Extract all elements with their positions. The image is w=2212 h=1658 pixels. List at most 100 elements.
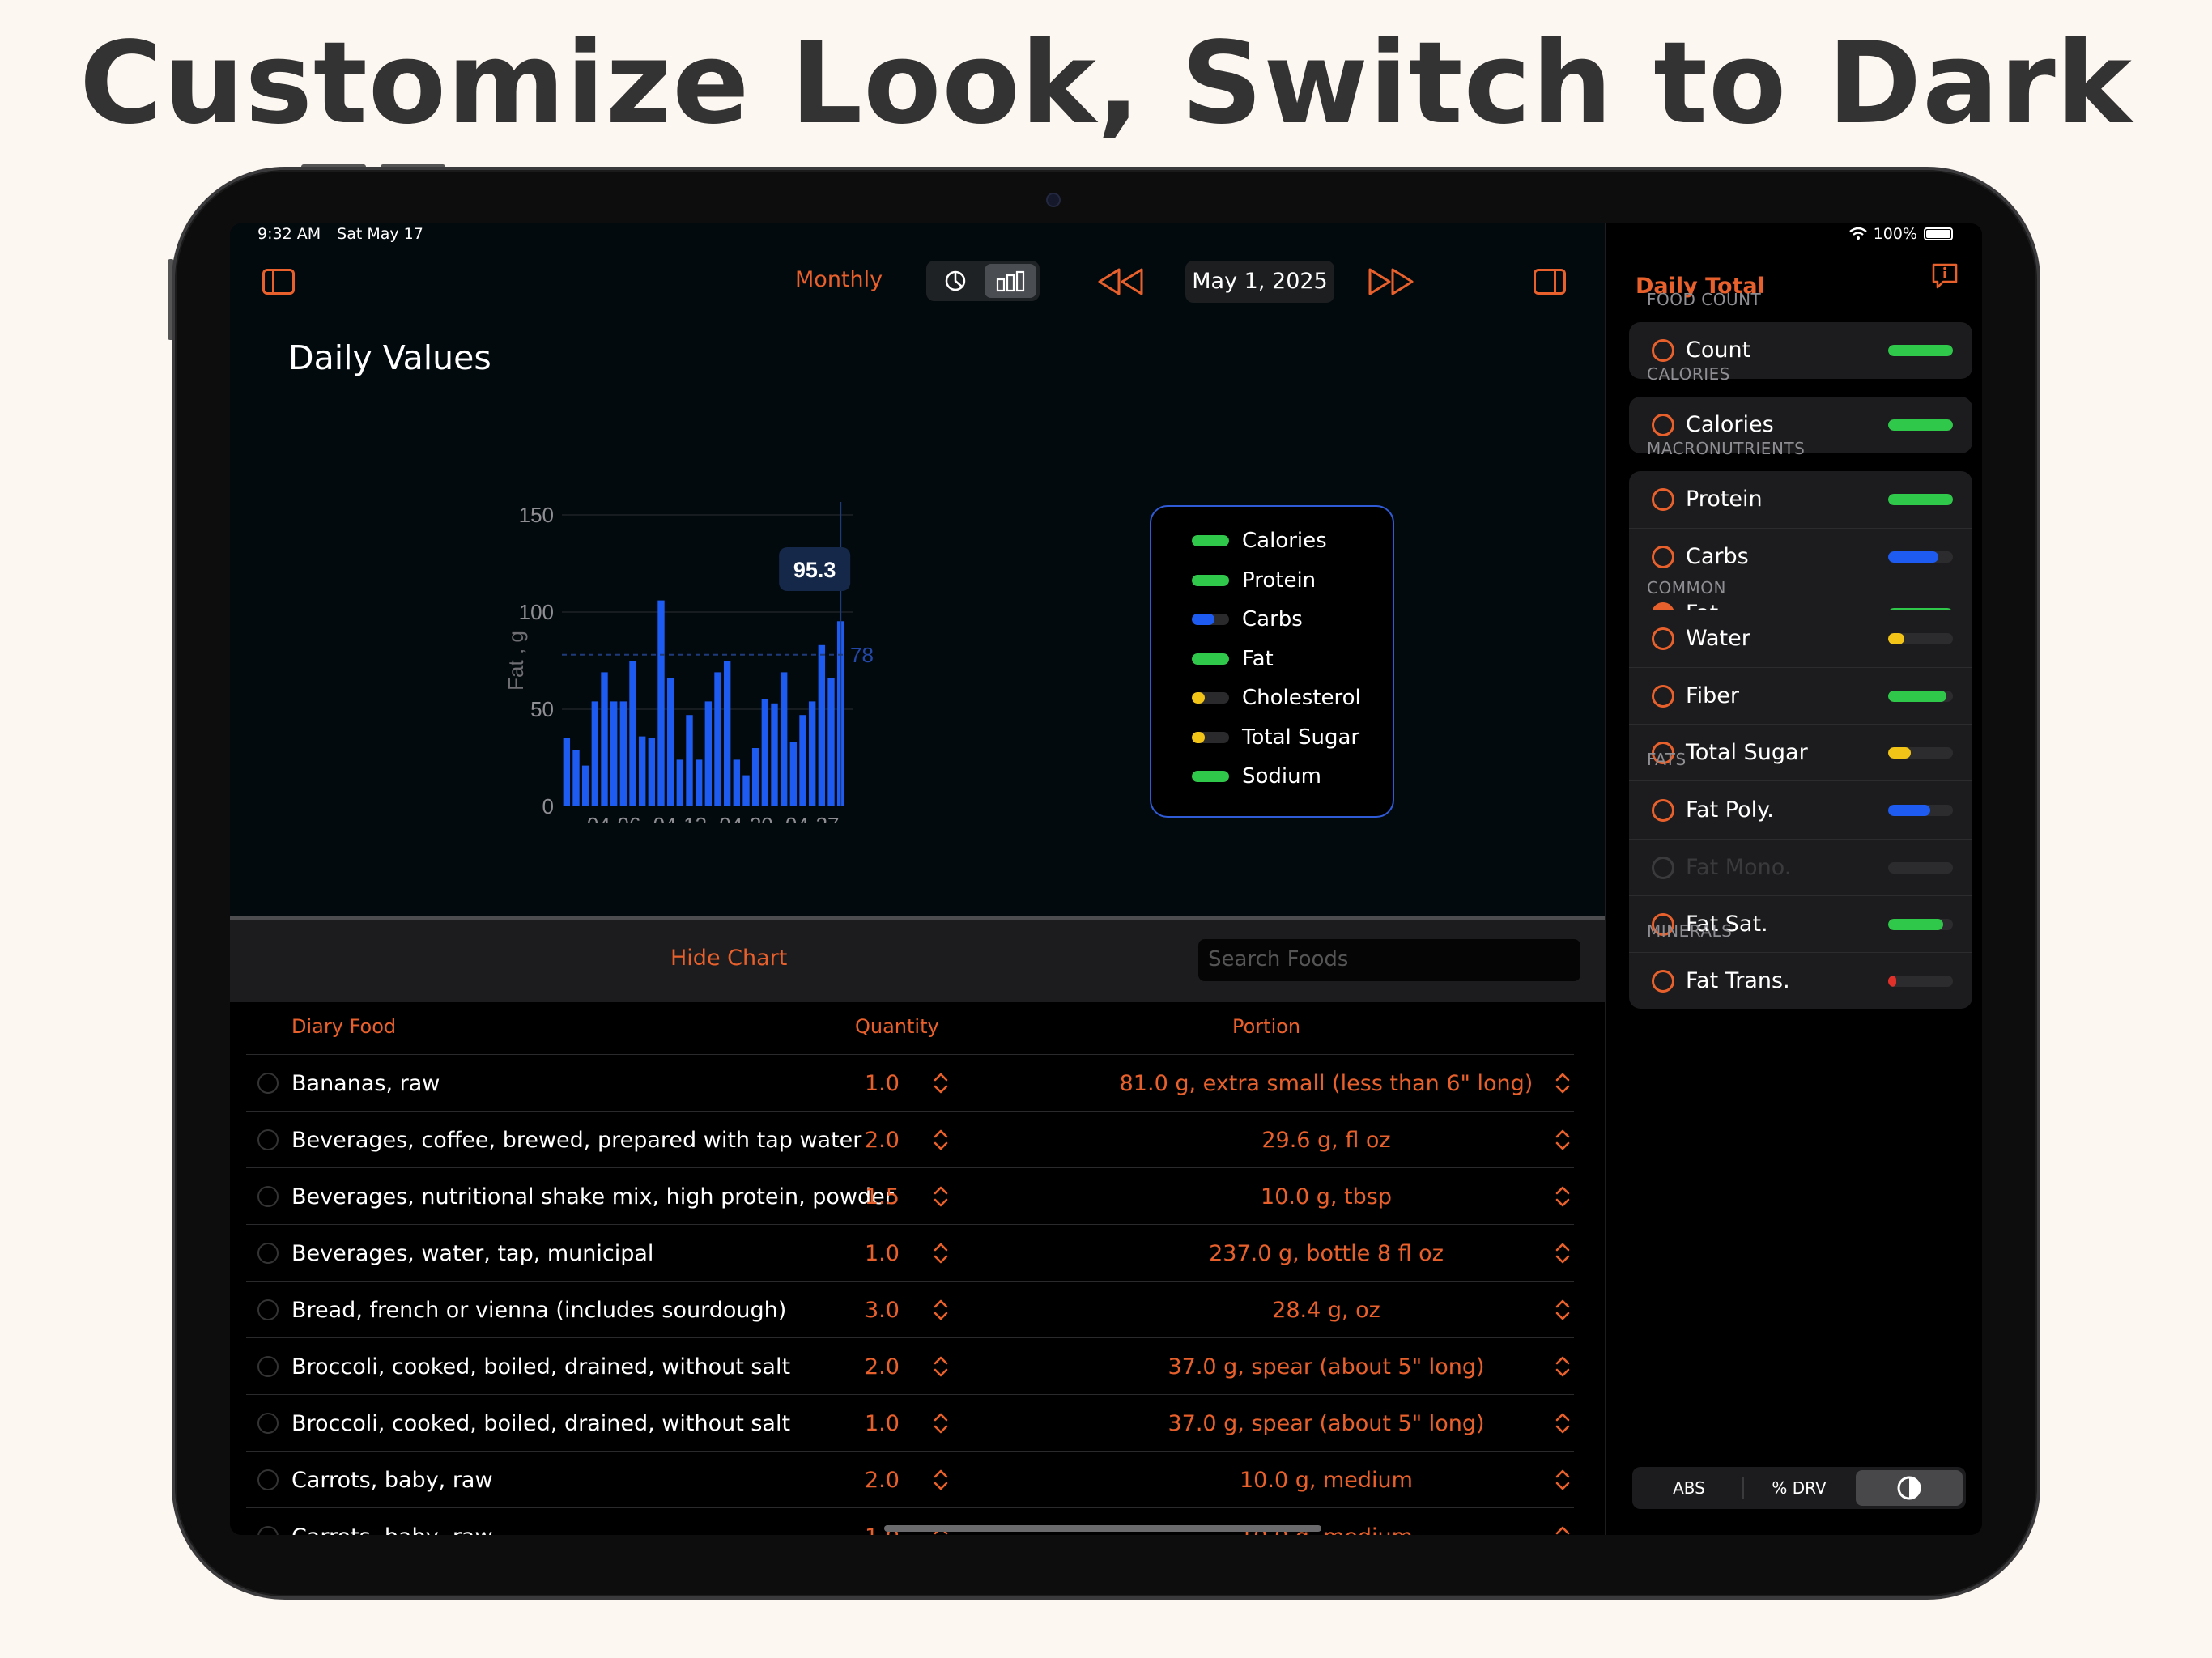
sidebar-item[interactable]: Protein bbox=[1629, 471, 1972, 528]
period-button[interactable]: Monthly bbox=[795, 267, 883, 292]
row-select-radio[interactable] bbox=[257, 1186, 279, 1207]
row-select-radio[interactable] bbox=[257, 1243, 279, 1264]
bar[interactable] bbox=[657, 600, 665, 806]
dark-mode-option[interactable] bbox=[1856, 1470, 1963, 1506]
bar[interactable] bbox=[638, 736, 646, 806]
bar[interactable] bbox=[629, 661, 636, 806]
y-tick-label: 100 bbox=[519, 600, 554, 624]
sidebar-toggle-icon[interactable] bbox=[262, 269, 295, 295]
nutrient-radio[interactable] bbox=[1652, 546, 1674, 568]
stepper-icon[interactable] bbox=[1553, 1353, 1572, 1380]
bar[interactable] bbox=[827, 678, 835, 806]
search-input[interactable]: Search Foods bbox=[1198, 939, 1580, 981]
table-row[interactable]: Broccoli, cooked, boiled, drained, witho… bbox=[246, 1337, 1574, 1394]
display-mode-segmented[interactable]: ABS % DRV bbox=[1632, 1467, 1966, 1509]
row-select-radio[interactable] bbox=[257, 1413, 279, 1434]
header-quantity[interactable]: Quantity bbox=[855, 1015, 939, 1038]
home-indicator[interactable] bbox=[884, 1525, 1321, 1532]
sidebar-item[interactable]: Fat Mono. bbox=[1629, 839, 1972, 895]
sidebar-item[interactable]: Water bbox=[1629, 610, 1972, 667]
nutrient-radio[interactable] bbox=[1652, 970, 1674, 993]
row-select-radio[interactable] bbox=[257, 1073, 279, 1094]
bar[interactable] bbox=[789, 742, 798, 806]
bar[interactable] bbox=[572, 750, 580, 806]
drv-option[interactable]: % DRV bbox=[1746, 1470, 1853, 1506]
date-button[interactable]: May 1, 2025 bbox=[1185, 261, 1334, 303]
bar[interactable] bbox=[733, 759, 741, 806]
sidebar-item[interactable]: Carbs bbox=[1629, 528, 1972, 585]
bar[interactable] bbox=[723, 661, 731, 806]
abs-option[interactable]: ABS bbox=[1636, 1470, 1742, 1506]
previous-period-button[interactable] bbox=[1096, 267, 1145, 300]
bar[interactable] bbox=[704, 701, 713, 806]
chart-type-segmented[interactable] bbox=[926, 261, 1040, 301]
bar[interactable] bbox=[619, 701, 627, 806]
nutrient-radio[interactable] bbox=[1652, 414, 1674, 436]
bar[interactable] bbox=[648, 738, 656, 806]
table-row[interactable]: Beverages, water, tap, municipal 1.0 237.0… bbox=[246, 1224, 1574, 1281]
nutrient-radio[interactable] bbox=[1652, 857, 1674, 879]
info-button[interactable] bbox=[1930, 262, 1959, 293]
nutrient-radio[interactable] bbox=[1652, 799, 1674, 822]
bar[interactable] bbox=[563, 738, 571, 806]
row-select-radio[interactable] bbox=[257, 1129, 279, 1150]
bar[interactable] bbox=[742, 775, 750, 806]
bar[interactable] bbox=[610, 701, 618, 806]
bar[interactable] bbox=[601, 672, 608, 806]
row-select-radio[interactable] bbox=[257, 1356, 279, 1377]
selection-value: 95.3 bbox=[793, 558, 836, 582]
legend-label: Cholesterol bbox=[1242, 686, 1361, 711]
stepper-icon[interactable] bbox=[1553, 1183, 1572, 1210]
bar[interactable] bbox=[818, 644, 826, 806]
sidebar-item[interactable]: Fiber bbox=[1629, 667, 1972, 724]
contrast-icon bbox=[1897, 1476, 1921, 1500]
sidebar-item[interactable]: Fat Poly. bbox=[1629, 782, 1972, 839]
sidebar-item[interactable]: Fat Trans. bbox=[1629, 952, 1972, 1009]
stepper-icon[interactable] bbox=[1553, 1296, 1572, 1324]
legend-label: Sodium bbox=[1242, 764, 1321, 789]
row-select-radio[interactable] bbox=[257, 1526, 279, 1535]
table-row[interactable]: Beverages, nutritional shake mix, high p… bbox=[246, 1167, 1574, 1224]
stepper-icon[interactable] bbox=[1553, 1466, 1572, 1494]
stepper-icon[interactable] bbox=[1553, 1409, 1572, 1437]
row-select-radio[interactable] bbox=[257, 1469, 279, 1490]
pie-chart-option[interactable] bbox=[929, 264, 981, 298]
table-row[interactable]: Bread, french or vienna (includes sourdo… bbox=[246, 1281, 1574, 1337]
bar[interactable] bbox=[695, 759, 703, 806]
inspector-toggle-icon[interactable] bbox=[1534, 269, 1566, 295]
stepper-icon[interactable] bbox=[1553, 1069, 1572, 1097]
nutrient-radio[interactable] bbox=[1652, 488, 1674, 511]
table-row[interactable]: Carrots, baby, raw 2.0 10.0 g, medium bbox=[246, 1451, 1574, 1507]
bar[interactable] bbox=[761, 699, 769, 806]
nutrient-radio[interactable] bbox=[1652, 339, 1674, 362]
bar[interactable] bbox=[591, 701, 599, 806]
stepper-icon[interactable] bbox=[1553, 1239, 1572, 1267]
nutrient-label: Fat Poly. bbox=[1686, 797, 1774, 823]
table-row[interactable]: Bananas, raw 1.0 81.0 g, extra small (less… bbox=[246, 1054, 1574, 1111]
y-tick-label: 150 bbox=[519, 503, 554, 527]
bar[interactable] bbox=[581, 765, 589, 806]
bar[interactable] bbox=[771, 703, 778, 806]
nutrient-progress-bar bbox=[1888, 976, 1953, 987]
hide-chart-button[interactable]: Hide Chart bbox=[670, 946, 787, 971]
bar-chart-option[interactable] bbox=[985, 264, 1036, 298]
bar[interactable] bbox=[808, 701, 816, 806]
bar[interactable] bbox=[686, 715, 693, 806]
table-row[interactable]: Beverages, coffee, brewed, prepared with… bbox=[246, 1111, 1574, 1167]
chart-area: 9:32 AM Sat May 17 Monthly May 1, 2025 D… bbox=[230, 223, 1605, 916]
next-period-button[interactable] bbox=[1367, 267, 1415, 300]
header-diary-food[interactable]: Diary Food bbox=[291, 1015, 396, 1038]
bar[interactable] bbox=[714, 672, 721, 806]
table-row[interactable]: Broccoli, cooked, boiled, drained, witho… bbox=[246, 1394, 1574, 1451]
bar[interactable] bbox=[799, 715, 806, 806]
header-portion[interactable]: Portion bbox=[1232, 1015, 1300, 1038]
stepper-icon[interactable] bbox=[1553, 1126, 1572, 1154]
bar[interactable] bbox=[666, 678, 674, 806]
bar[interactable] bbox=[780, 672, 788, 806]
nutrient-radio[interactable] bbox=[1652, 627, 1674, 650]
bar[interactable] bbox=[676, 759, 684, 806]
stepper-icon[interactable] bbox=[1553, 1523, 1572, 1535]
bar[interactable] bbox=[751, 748, 759, 806]
row-select-radio[interactable] bbox=[257, 1299, 279, 1320]
nutrient-radio[interactable] bbox=[1652, 685, 1674, 708]
